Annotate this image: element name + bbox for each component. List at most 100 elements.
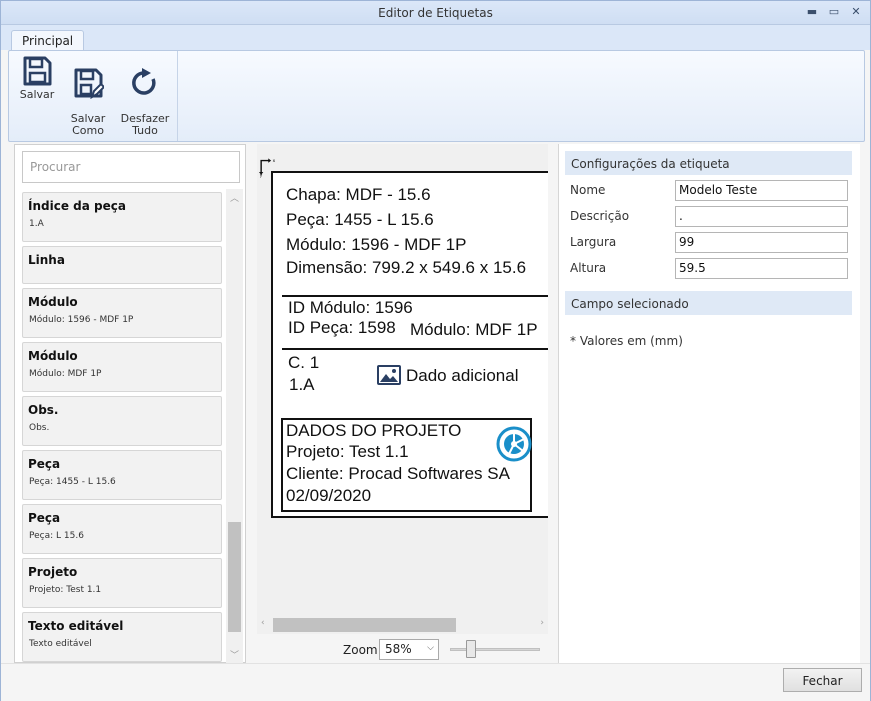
label-text-modulo[interactable]: Módulo: 1596 - MDF 1P bbox=[286, 235, 466, 255]
close-icon[interactable]: ✕ bbox=[850, 6, 862, 18]
window-title: Editor de Etiquetas bbox=[378, 6, 493, 20]
list-item-value: Peça: L 15.6 bbox=[29, 531, 84, 541]
company-logo-icon bbox=[496, 426, 532, 462]
property-label: Descrição bbox=[570, 209, 630, 223]
ribbon-group-file: Salvar Salvar Como Desfazer Tudo bbox=[9, 51, 178, 141]
zoom-controls: Zoom 58% ⌵ bbox=[257, 637, 548, 663]
list-item-title: Peça bbox=[28, 511, 61, 525]
project-title: DADOS DO PROJETO bbox=[286, 421, 462, 440]
field-list-scrollbar[interactable]: ︿ ﹀ bbox=[226, 189, 243, 663]
field-list-panel: Índice da peça 1.A Linha Módulo Módulo: … bbox=[14, 144, 246, 663]
height-field[interactable]: 59.5 bbox=[675, 258, 848, 279]
list-item-value: Peça: 1455 - L 15.6 bbox=[29, 477, 116, 487]
save-as-icon bbox=[74, 68, 104, 99]
property-label: Nome bbox=[570, 183, 606, 197]
save-as-button[interactable]: Salvar Como bbox=[63, 55, 113, 137]
name-field[interactable]: Modelo Teste bbox=[675, 180, 848, 201]
undo-all-icon bbox=[132, 68, 156, 95]
label-text-modulo-2[interactable]: Módulo: MDF 1P bbox=[410, 320, 538, 340]
scroll-up-icon[interactable]: ︿ bbox=[226, 191, 243, 204]
list-item[interactable]: Texto editável Texto editável bbox=[22, 612, 222, 662]
list-item[interactable]: Peça Peça: 1455 - L 15.6 bbox=[22, 450, 222, 500]
ribbon-tabs: Principal bbox=[1, 25, 870, 51]
title-bar: Editor de Etiquetas ▬ ▭ ✕ bbox=[1, 1, 870, 25]
search-input[interactable] bbox=[22, 151, 240, 183]
property-label: Altura bbox=[570, 261, 607, 275]
units-note: * Valores em (mm) bbox=[570, 334, 683, 348]
label-preview: Chapa: MDF - 15.6 Peça: 1455 - L 15.6 Mó… bbox=[271, 171, 548, 518]
list-item-value: Módulo: MDF 1P bbox=[29, 369, 102, 379]
scrollbar-thumb[interactable] bbox=[273, 618, 456, 632]
save-as-label: Salvar Como bbox=[70, 112, 106, 137]
project-client: Cliente: Procad Softwares SA bbox=[286, 464, 510, 483]
zoom-select[interactable]: 58% ⌵ bbox=[379, 639, 439, 660]
separator-line bbox=[282, 295, 548, 297]
save-icon bbox=[23, 56, 52, 86]
editor-window: Editor de Etiquetas ▬ ▭ ✕ Principal Salv… bbox=[0, 0, 871, 701]
zoom-slider-thumb[interactable] bbox=[466, 640, 476, 658]
tab-principal[interactable]: Principal bbox=[11, 30, 85, 51]
list-item-value: Projeto: Test 1.1 bbox=[29, 585, 102, 595]
list-item-title: Índice da peça bbox=[28, 199, 126, 213]
list-item-value: Texto editável bbox=[29, 639, 92, 649]
list-item[interactable]: Peça Peça: L 15.6 bbox=[22, 504, 222, 554]
label-text-dimensao[interactable]: Dimensão: 799.2 x 549.6 x 15.6 bbox=[286, 258, 526, 278]
description-field[interactable]: . bbox=[675, 206, 848, 227]
canvas-horizontal-scrollbar[interactable]: ‹ › bbox=[257, 616, 548, 634]
selected-field-header: Campo selecionado bbox=[565, 291, 852, 315]
label-canvas[interactable]: x y Chapa: MDF - 15.6 Peça: 1455 - L 15.… bbox=[257, 144, 548, 634]
list-item-title: Módulo bbox=[28, 349, 78, 363]
label-text-chapa[interactable]: Chapa: MDF - 15.6 bbox=[286, 185, 431, 205]
project-date: 02/09/2020 bbox=[286, 486, 372, 505]
list-item-title: Linha bbox=[28, 253, 65, 267]
label-text-id-peca[interactable]: ID Peça: 1598 bbox=[288, 318, 396, 338]
project-name: Projeto: Test 1.1 bbox=[286, 442, 409, 461]
undo-all-button[interactable]: Desfazer Tudo bbox=[120, 55, 170, 137]
list-item-title: Peça bbox=[28, 457, 61, 471]
list-item-title: Obs. bbox=[28, 403, 59, 417]
scrollbar-thumb[interactable] bbox=[228, 522, 241, 632]
property-label: Largura bbox=[570, 235, 617, 249]
label-text-id-modulo[interactable]: ID Módulo: 1596 bbox=[288, 298, 413, 318]
project-data-box[interactable]: DADOS DO PROJETO Projeto: Test 1.1 Clien… bbox=[281, 418, 532, 512]
list-item-value: 1.A bbox=[29, 219, 44, 229]
list-item[interactable]: Projeto Projeto: Test 1.1 bbox=[22, 558, 222, 608]
window-controls: ▬ ▭ ✕ bbox=[806, 6, 862, 18]
label-text-peca[interactable]: Peça: 1455 - L 15.6 bbox=[286, 210, 434, 230]
label-settings-header: Configurações da etiqueta bbox=[565, 151, 852, 175]
list-item-value: Obs. bbox=[29, 423, 50, 433]
scroll-right-icon[interactable]: › bbox=[540, 618, 544, 628]
list-item[interactable]: Linha bbox=[22, 246, 222, 284]
scroll-down-icon[interactable]: ﹀ bbox=[226, 648, 243, 661]
minimize-icon[interactable]: ▬ bbox=[806, 6, 818, 18]
list-item[interactable]: Obs. Obs. bbox=[22, 396, 222, 446]
width-field[interactable]: 99 bbox=[675, 232, 848, 253]
list-item[interactable]: Módulo Módulo: MDF 1P bbox=[22, 342, 222, 392]
label-text-c1[interactable]: C. 1 bbox=[288, 353, 319, 373]
zoom-value: 58% bbox=[385, 642, 412, 656]
label-text-dado-adicional[interactable]: Dado adicional bbox=[406, 366, 518, 386]
list-item-title: Texto editável bbox=[28, 619, 124, 633]
footer-bar: Fechar bbox=[1, 663, 870, 701]
list-item[interactable]: Módulo Módulo: 1596 - MDF 1P bbox=[22, 288, 222, 338]
list-item-value: Módulo: 1596 - MDF 1P bbox=[29, 315, 134, 325]
field-list: Índice da peça 1.A Linha Módulo Módulo: … bbox=[22, 192, 222, 663]
chevron-down-icon: ⌵ bbox=[427, 643, 434, 653]
zoom-label: Zoom bbox=[343, 643, 378, 657]
label-text-indice[interactable]: 1.A bbox=[289, 375, 315, 395]
scroll-left-icon[interactable]: ‹ bbox=[261, 618, 265, 628]
list-item[interactable]: Índice da peça 1.A bbox=[22, 192, 222, 242]
separator-line bbox=[282, 348, 548, 350]
maximize-icon[interactable]: ▭ bbox=[828, 6, 840, 18]
axis-x-label: x bbox=[273, 159, 276, 164]
save-label: Salvar bbox=[19, 88, 55, 101]
ribbon: Salvar Salvar Como Desfazer Tudo bbox=[8, 50, 865, 142]
image-icon[interactable] bbox=[376, 364, 402, 386]
close-button[interactable]: Fechar bbox=[783, 668, 862, 692]
save-button[interactable]: Salvar bbox=[12, 55, 62, 101]
list-item-title: Módulo bbox=[28, 295, 78, 309]
properties-panel: Configurações da etiqueta Nome Modelo Te… bbox=[558, 144, 860, 663]
zoom-slider-track[interactable] bbox=[450, 648, 540, 651]
axis-y-label: y bbox=[260, 173, 263, 178]
undo-all-label: Desfazer Tudo bbox=[120, 112, 170, 137]
